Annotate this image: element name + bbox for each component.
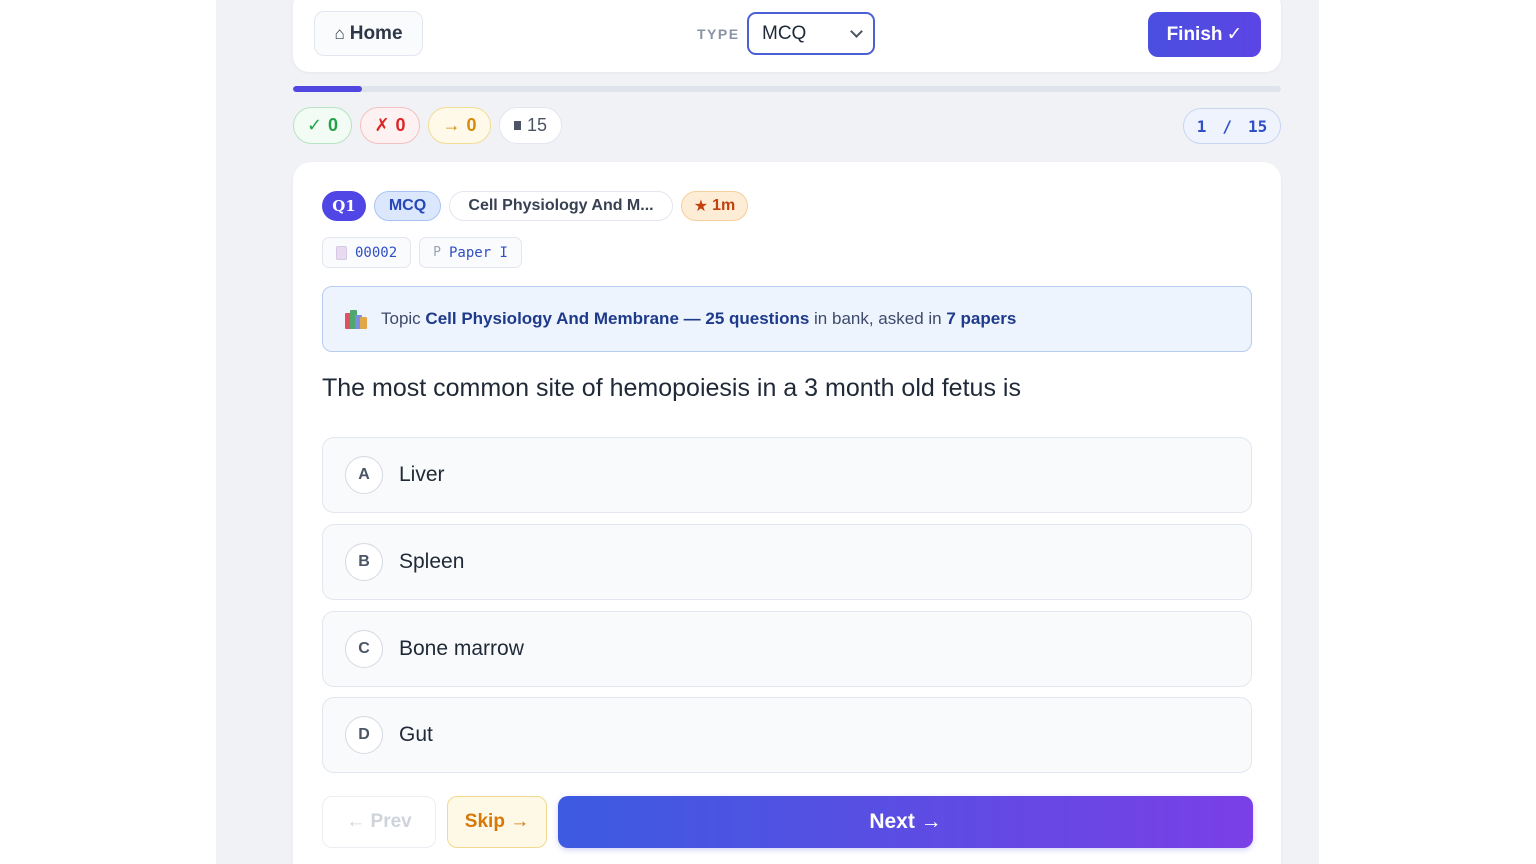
type-select[interactable]: MCQ [747,12,875,55]
counter-total: 15 [1248,116,1268,136]
document-icon [336,245,347,260]
correct-count-chip: ✓ 0 [293,107,352,144]
option-d[interactable]: D Gut [322,697,1252,773]
question-code-pill: 00002 [322,237,412,268]
skipped-count-chip: → 0 [428,107,491,144]
topic-name: Cell Physiology And Membrane [425,309,679,328]
paper-prefix: P [433,245,441,260]
option-text: Spleen [399,550,465,573]
topic-info-box: Topic Cell Physiology And Membrane — 25 … [322,286,1252,352]
wrong-count-chip: ✗ 0 [360,107,420,144]
check-icon: ✓ [1226,24,1243,45]
top-bar: ⌂ Home TYPE MCQ Finish ✓ [293,0,1281,72]
option-text: Bone marrow [399,637,524,660]
question-number-badge: Q1 [322,191,366,221]
option-b[interactable]: B Spleen [322,524,1252,600]
skip-button[interactable]: Skip → [447,796,547,848]
correct-count: 0 [328,115,339,135]
option-a[interactable]: A Liver [322,437,1252,513]
question-code: 00002 [355,244,398,261]
paper-pill: P Paper I [419,237,522,268]
topic-dash: — [683,309,701,328]
home-icon: ⌂ [334,23,345,43]
time-badge: ★ 1m [681,191,748,221]
option-letter: C [345,630,383,668]
books-icon [345,309,367,329]
option-c[interactable]: C Bone marrow [322,611,1252,687]
paper-name: Paper I [448,244,508,261]
progress-fill [293,86,363,92]
topic-question-count: 25 questions [705,309,810,328]
prev-button[interactable]: ← Prev [322,796,436,848]
option-text: Liver [399,463,445,486]
option-letter: D [345,716,383,754]
square-icon [514,121,521,130]
question-meta: 00002 P Paper I [322,237,522,268]
option-letter: B [345,543,383,581]
total-count-chip: 15 [499,107,562,144]
total-count: 15 [526,115,547,135]
time-value: 1m [712,197,736,214]
question-card: Q1 MCQ Cell Physiology And M... ★ 1m 000… [293,162,1281,864]
star-icon: ★ [693,198,709,215]
question-counter: 1 / 15 [1183,108,1281,144]
finish-label: Finish [1166,23,1223,45]
question-navigation: ← Prev Skip → Next → [322,796,1253,848]
cross-icon: ✗ [374,115,390,135]
type-select-value: MCQ [762,22,807,44]
topic-info-text: Topic Cell Physiology And Membrane — 25 … [381,309,1016,329]
counter-current: 1 [1196,116,1207,136]
score-stats: ✓ 0 ✗ 0 → 0 15 [293,107,562,144]
type-label: TYPE [697,26,740,42]
topic-paper-count: 7 papers [946,309,1017,328]
skipped-count: 0 [466,115,477,135]
home-label: Home [349,22,403,44]
counter-separator: / [1222,116,1232,136]
home-button[interactable]: ⌂ Home [314,11,423,56]
check-icon: ✓ [306,115,323,135]
question-type-badge: MCQ [374,191,441,221]
finish-button[interactable]: Finish ✓ [1148,12,1261,57]
progress-bar [293,86,1281,92]
wrong-count: 0 [395,115,406,135]
next-button[interactable]: Next → [558,796,1253,848]
chevron-down-icon [850,24,863,38]
topic-mid-text: in bank, asked in [814,309,942,328]
option-letter: A [345,456,383,494]
arrow-right-icon: → [442,115,461,135]
question-tags: Q1 MCQ Cell Physiology And M... ★ 1m [322,191,748,221]
option-text: Gut [399,723,433,746]
topic-prefix: Topic [381,309,421,328]
question-text: The most common site of hemopoiesis in a… [322,374,1021,402]
topic-badge: Cell Physiology And M... [449,191,673,221]
